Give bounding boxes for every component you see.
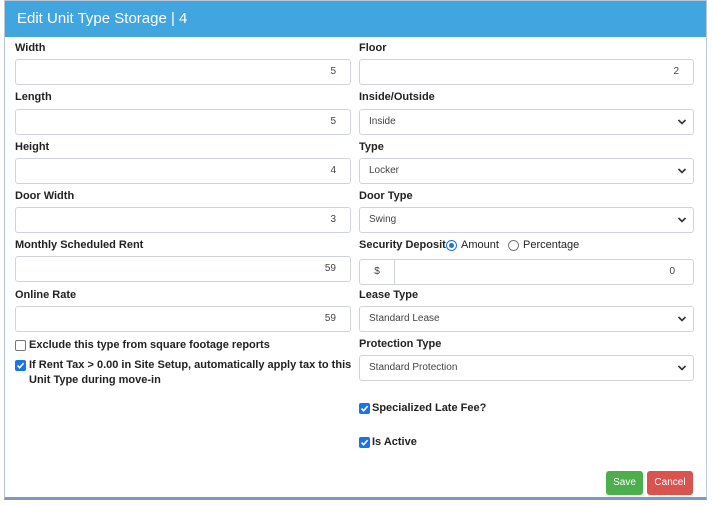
chevron-down-icon [677, 365, 687, 371]
length-label: Length [15, 91, 52, 103]
floor-input[interactable]: 2 [359, 59, 694, 85]
door-width-label: Door Width [15, 190, 75, 202]
security-deposit-label: Security Deposit [359, 239, 446, 251]
exclude-sqft-label: Exclude this type from square footage re… [29, 339, 270, 351]
monthly-rent-input[interactable]: 59 [15, 256, 351, 282]
width-input[interactable]: 5 [15, 59, 351, 85]
chevron-down-icon [677, 316, 687, 322]
lease-type-label: Lease Type [359, 289, 419, 301]
chevron-down-icon [677, 168, 687, 174]
door-type-selected: Swing [369, 214, 397, 225]
cancel-button[interactable]: Cancel [647, 471, 693, 495]
specialized-late-fee-checkbox[interactable] [359, 403, 370, 414]
modal-title: Edit Unit Type Storage | 4 [5, 1, 706, 37]
online-rate-label: Online Rate [15, 289, 77, 301]
dollar-prefix: $ [360, 260, 395, 284]
specialized-late-fee-label: Specialized Late Fee? [372, 402, 487, 414]
height-label: Height [15, 141, 50, 153]
chevron-down-icon [677, 119, 687, 125]
type-selected: Locker [369, 165, 400, 176]
lease-type-select[interactable]: Standard Lease [359, 306, 694, 332]
floor-label: Floor [359, 42, 387, 54]
inside-outside-selected: Inside [369, 116, 396, 127]
edit-unit-type-modal: Edit Unit Type Storage | 4 Width 5 Lengt… [4, 0, 707, 500]
chevron-down-icon [677, 217, 687, 223]
width-label: Width [15, 42, 46, 54]
deposit-percentage-label: Percentage [523, 239, 580, 251]
inside-outside-select[interactable]: Inside [359, 109, 694, 135]
inside-outside-label: Inside/Outside [359, 91, 435, 103]
protection-type-label: Protection Type [359, 338, 442, 350]
check-icon [360, 405, 369, 412]
height-input[interactable]: 4 [15, 158, 351, 184]
deposit-percentage-radio[interactable] [508, 240, 519, 251]
type-select[interactable]: Locker [359, 158, 694, 184]
is-active-checkbox[interactable] [359, 437, 370, 448]
save-button[interactable]: Save [606, 471, 643, 495]
type-label: Type [359, 141, 384, 153]
door-type-label: Door Type [359, 190, 413, 202]
door-width-input[interactable]: 3 [15, 207, 351, 233]
lease-type-selected: Standard Lease [369, 313, 440, 324]
rent-tax-checkbox[interactable] [15, 360, 26, 371]
is-active-label: Is Active [372, 436, 417, 448]
monthly-rent-label: Monthly Scheduled Rent [15, 239, 144, 251]
door-type-select[interactable]: Swing [359, 207, 694, 233]
exclude-sqft-checkbox[interactable] [15, 340, 26, 351]
length-input[interactable]: 5 [15, 109, 351, 135]
deposit-amount-label: Amount [461, 239, 499, 251]
online-rate-input[interactable]: 59 [15, 306, 351, 332]
rent-tax-label: If Rent Tax > 0.00 in Site Setup, automa… [29, 359, 352, 386]
deposit-amount-radio[interactable] [446, 240, 457, 251]
security-deposit-value: 0 [669, 266, 675, 277]
check-icon [16, 362, 25, 369]
protection-type-selected: Standard Protection [369, 362, 458, 373]
protection-type-select[interactable]: Standard Protection [359, 355, 694, 381]
check-icon [360, 439, 369, 446]
security-deposit-input[interactable]: $ 0 [359, 259, 694, 285]
